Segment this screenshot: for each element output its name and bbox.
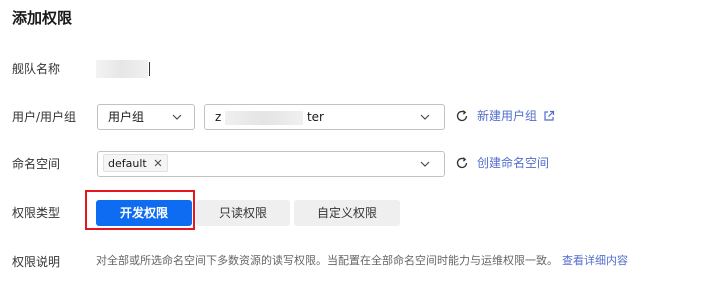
refresh-icon[interactable]: [455, 109, 469, 123]
user-type-select-value: 用户组: [108, 110, 145, 124]
user-group-label: 用户/用户组: [12, 110, 77, 124]
refresh-icon[interactable]: [455, 156, 469, 170]
create-namespace-link[interactable]: 创建命名空间: [477, 155, 549, 171]
namespace-tag-label: default: [108, 156, 147, 170]
user-group-select[interactable]: z ter: [204, 104, 445, 130]
permission-desc-label: 权限说明: [12, 255, 61, 269]
close-icon[interactable]: [153, 158, 163, 168]
namespace-label: 命名空间: [12, 157, 61, 171]
highlight-box: [85, 190, 195, 230]
permission-type-label: 权限类型: [12, 206, 61, 220]
chevron-down-icon: [420, 114, 430, 120]
view-details-link[interactable]: 查看详细内容: [562, 254, 628, 267]
user-type-select[interactable]: 用户组: [97, 104, 195, 130]
fleet-name-label: 舰队名称: [12, 62, 61, 76]
create-user-group-link-group: 新建用户组: [455, 108, 555, 124]
permission-option-readonly[interactable]: 只读权限: [196, 200, 290, 226]
page-title: 添加权限: [12, 9, 73, 27]
user-group-redacted: [225, 110, 304, 125]
permission-description-text: 对全部或所选命名空间下多数资源的读写权限。当配置在全部命名空间时能力与运维权限一…: [96, 254, 558, 267]
chevron-down-icon: [172, 114, 182, 120]
user-group-select-suffix: ter: [306, 110, 324, 124]
permission-option-custom[interactable]: 自定义权限: [294, 200, 400, 226]
user-group-select-prefix: z: [215, 110, 222, 124]
permission-description: 对全部或所选命名空间下多数资源的读写权限。当配置在全部命名空间时能力与运维权限一…: [96, 254, 628, 268]
create-namespace-link-group: 创建命名空间: [455, 155, 549, 171]
create-user-group-link[interactable]: 新建用户组: [477, 108, 537, 124]
fleet-name-cursor: [149, 62, 150, 76]
external-link-icon[interactable]: [543, 110, 555, 122]
chevron-down-icon: [420, 161, 430, 167]
fleet-name-value-redacted: [96, 60, 148, 78]
namespace-tag: default: [103, 154, 168, 172]
